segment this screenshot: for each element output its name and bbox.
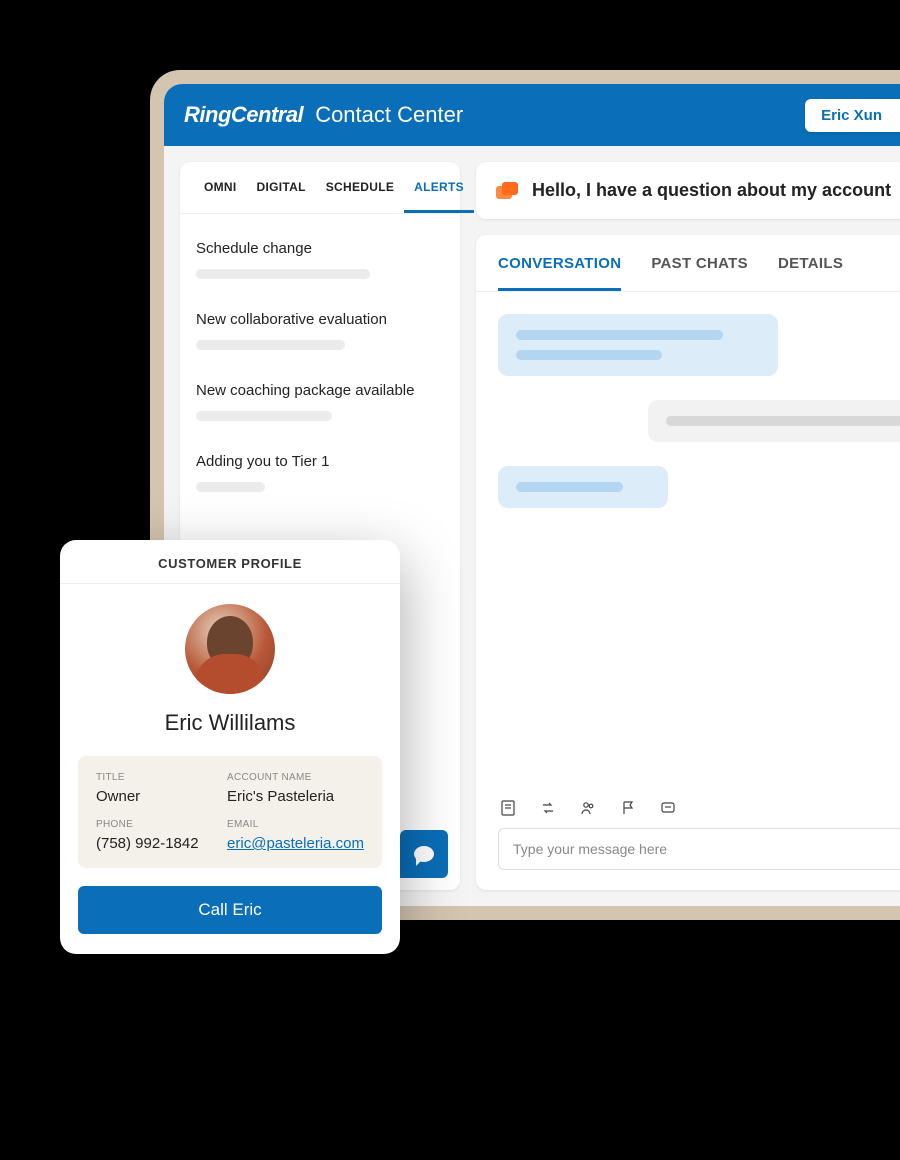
tab-digital[interactable]: DIGITAL	[247, 162, 316, 213]
field-account: ACCOUNT NAME Eric's Pasteleria	[227, 772, 364, 805]
skeleton-line	[516, 350, 662, 360]
skeleton-line	[196, 411, 332, 421]
conversation-subject-card: Hello, I have a question about my accoun…	[476, 162, 900, 219]
message-toolbar	[498, 796, 900, 828]
customer-profile-card: CUSTOMER PROFILE Eric Willilams TITLE Ow…	[60, 540, 400, 954]
tab-past-chats[interactable]: PAST CHATS	[651, 235, 748, 291]
tab-schedule[interactable]: SCHEDULE	[316, 162, 404, 213]
alert-title: Schedule change	[196, 240, 444, 257]
skeleton-line	[196, 340, 345, 350]
alert-item[interactable]: Adding you to Tier 1	[196, 437, 444, 508]
sidebar-tabs: OMNI DIGITAL SCHEDULE ALERTS	[180, 162, 460, 214]
user-dropdown[interactable]: Eric Xun	[805, 99, 900, 132]
conversation-body	[476, 292, 900, 788]
notes-icon[interactable]	[500, 800, 516, 816]
field-value: Eric's Pasteleria	[227, 788, 364, 805]
conversation-tabs: CONVERSATION PAST CHATS DETAILS	[476, 235, 900, 292]
alert-item[interactable]: New coaching package available	[196, 366, 444, 437]
field-label: ACCOUNT NAME	[227, 772, 364, 783]
user-name-label: Eric Xun	[821, 107, 882, 124]
brand-area: RingCentral Contact Center	[184, 102, 463, 128]
skeleton-line	[516, 330, 723, 340]
message-bubble-incoming	[498, 314, 778, 376]
tab-omni[interactable]: OMNI	[194, 162, 247, 213]
alert-title: New collaborative evaluation	[196, 311, 444, 328]
profile-info-grid: TITLE Owner ACCOUNT NAME Eric's Pasteler…	[78, 756, 382, 868]
conversation-panel: CONVERSATION PAST CHATS DETAILS	[476, 235, 900, 890]
skeleton-line	[196, 269, 370, 279]
customer-name: Eric Willilams	[60, 702, 400, 756]
skeleton-line	[196, 482, 265, 492]
field-email: EMAIL eric@pasteleria.com	[227, 819, 364, 852]
message-input[interactable]: Type your message here	[498, 828, 900, 870]
email-link[interactable]: eric@pasteleria.com	[227, 835, 364, 852]
chat-fab-button[interactable]	[400, 830, 448, 878]
skeleton-line	[666, 416, 900, 426]
main-column: Hello, I have a question about my accoun…	[476, 162, 900, 890]
product-title: Contact Center	[315, 102, 463, 128]
alert-title: New coaching package available	[196, 382, 444, 399]
field-value: (758) 992-1842	[96, 835, 217, 852]
message-bubble-outgoing	[648, 400, 900, 442]
people-icon[interactable]	[580, 800, 596, 816]
message-bubble-incoming	[498, 466, 668, 508]
quick-response-icon[interactable]	[660, 800, 676, 816]
avatar-container	[60, 584, 400, 702]
alert-item[interactable]: Schedule change	[196, 224, 444, 295]
alert-item[interactable]: New collaborative evaluation	[196, 295, 444, 366]
tab-conversation[interactable]: CONVERSATION	[498, 235, 621, 291]
field-title: TITLE Owner	[96, 772, 217, 805]
top-bar: RingCentral Contact Center Eric Xun	[164, 84, 900, 146]
transfer-icon[interactable]	[540, 800, 556, 816]
call-button[interactable]: Call Eric	[78, 886, 382, 934]
message-input-area: Type your message here	[476, 788, 900, 890]
tab-details[interactable]: DETAILS	[778, 235, 843, 291]
chat-icon	[496, 182, 518, 200]
avatar	[185, 604, 275, 694]
flag-icon[interactable]	[620, 800, 636, 816]
profile-heading: CUSTOMER PROFILE	[60, 540, 400, 584]
skeleton-line	[516, 482, 623, 492]
field-label: TITLE	[96, 772, 217, 783]
field-phone: PHONE (758) 992-1842	[96, 819, 217, 852]
brand-logo: RingCentral	[184, 102, 303, 128]
field-value: Owner	[96, 788, 217, 805]
conversation-subject: Hello, I have a question about my accoun…	[532, 180, 891, 201]
field-label: EMAIL	[227, 819, 364, 830]
field-label: PHONE	[96, 819, 217, 830]
alert-list: Schedule change New collaborative evalua…	[180, 214, 460, 518]
alert-title: Adding you to Tier 1	[196, 453, 444, 470]
tab-alerts[interactable]: ALERTS	[404, 162, 474, 213]
chat-bubble-icon	[414, 846, 434, 862]
